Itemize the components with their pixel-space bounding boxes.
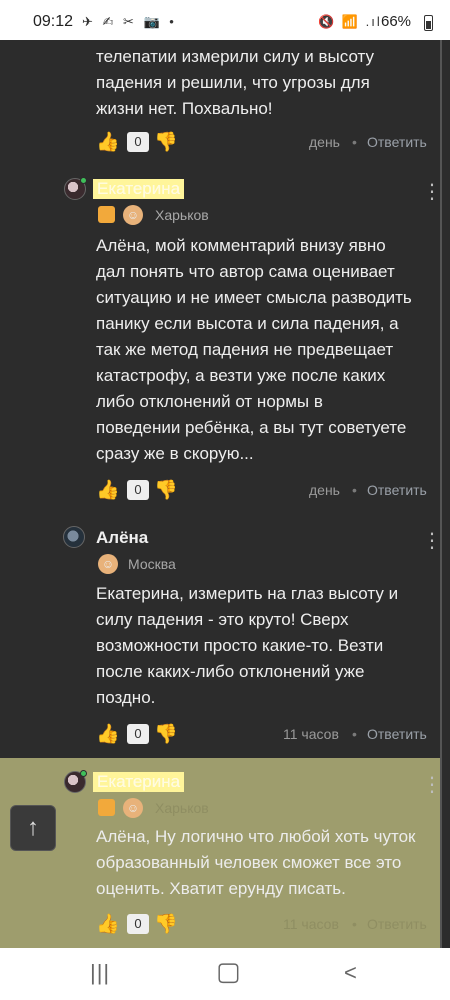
user-badge bbox=[98, 799, 115, 816]
home-icon[interactable]: ▢ bbox=[216, 956, 241, 987]
author-name[interactable]: Екатерина bbox=[93, 772, 185, 792]
reply-button[interactable]: Ответить bbox=[367, 134, 427, 150]
separator-dot: • bbox=[352, 134, 357, 150]
comment-text: Екатерина, измерить на глаз высоту и сил… bbox=[96, 584, 399, 707]
like-icon[interactable]: 👍 bbox=[96, 130, 120, 154]
comment-actions: 👍 0 👎 11 часов • Ответить bbox=[0, 722, 430, 748]
battery-level: 66% bbox=[381, 13, 412, 30]
like-icon[interactable]: 👍 bbox=[96, 478, 120, 502]
battery-icon bbox=[424, 15, 433, 31]
separator-dot: • bbox=[352, 482, 357, 498]
more-options-icon[interactable]: ⋮ bbox=[422, 182, 442, 202]
user-badge bbox=[98, 206, 115, 223]
like-count: 0 bbox=[127, 132, 149, 152]
dislike-icon[interactable]: 👎 bbox=[154, 478, 178, 502]
online-indicator bbox=[80, 177, 87, 184]
comment-text: телепатии измерили силу и высоту падения… bbox=[96, 47, 375, 118]
dislike-icon[interactable]: 👎 bbox=[154, 722, 178, 746]
like-count: 0 bbox=[127, 914, 149, 934]
user-city: Харьков bbox=[155, 207, 209, 223]
status-bar: 09:12 ✈ ✍ ✂ 📷 • 🔇 📶 .ıl 66% bbox=[0, 0, 450, 40]
online-indicator bbox=[80, 770, 87, 777]
user-city: Харьков bbox=[155, 800, 209, 816]
back-icon[interactable]: < bbox=[344, 960, 357, 986]
comment-actions: 👍 0 👎 11 часов • Ответить bbox=[0, 912, 430, 938]
comment-actions: 👍 0 👎 день • Ответить bbox=[0, 478, 430, 504]
author-name[interactable]: Алёна bbox=[96, 528, 148, 548]
avatar[interactable] bbox=[63, 526, 85, 548]
comment-actions: 👍 0 👎 день • Ответить bbox=[0, 130, 430, 156]
like-icon[interactable]: 👍 bbox=[96, 722, 120, 746]
dislike-icon[interactable]: 👎 bbox=[154, 130, 178, 154]
reply-button[interactable]: Ответить bbox=[367, 916, 427, 932]
reply-button[interactable]: Ответить bbox=[367, 726, 427, 742]
like-icon[interactable]: 👍 bbox=[96, 912, 120, 936]
comment-text: Алёна, мой комментарий внизу явно дал по… bbox=[96, 236, 412, 463]
signal-icons: 🔇 📶 .ıl bbox=[318, 14, 382, 29]
user-emoji-icon: ☺ bbox=[123, 205, 143, 225]
scroll-to-top-button[interactable]: ↑ bbox=[10, 805, 56, 851]
system-nav-bar: ||| ▢ < bbox=[0, 948, 450, 1000]
thread-line bbox=[440, 40, 442, 948]
comment-time: 11 часов bbox=[283, 916, 339, 932]
notification-icons: ✈ ✍ ✂ 📷 • bbox=[82, 14, 177, 29]
user-emoji-icon: ☺ bbox=[123, 798, 143, 818]
more-options-icon[interactable]: ⋮ bbox=[422, 531, 442, 551]
comment-time: день bbox=[309, 134, 340, 150]
status-time: 09:12 bbox=[33, 13, 74, 30]
comments-feed[interactable]: телепатии измерили силу и высоту падения… bbox=[0, 40, 450, 948]
like-count: 0 bbox=[127, 724, 149, 744]
like-count: 0 bbox=[127, 480, 149, 500]
user-emoji-icon: ☺ bbox=[98, 554, 118, 574]
dislike-icon[interactable]: 👎 bbox=[154, 912, 178, 936]
author-name[interactable]: Екатерина bbox=[93, 179, 185, 199]
recent-apps-icon[interactable]: ||| bbox=[90, 960, 110, 986]
separator-dot: • bbox=[352, 916, 357, 932]
comment-time: 11 часов bbox=[283, 726, 339, 742]
more-options-icon[interactable]: ⋮ bbox=[422, 775, 442, 795]
separator-dot: • bbox=[352, 726, 357, 742]
comment-text: Алёна, Ну логично что любой хоть чуток о… bbox=[96, 827, 416, 898]
reply-button[interactable]: Ответить bbox=[367, 482, 427, 498]
user-city: Москва bbox=[128, 556, 176, 572]
comment-time: день bbox=[309, 482, 340, 498]
